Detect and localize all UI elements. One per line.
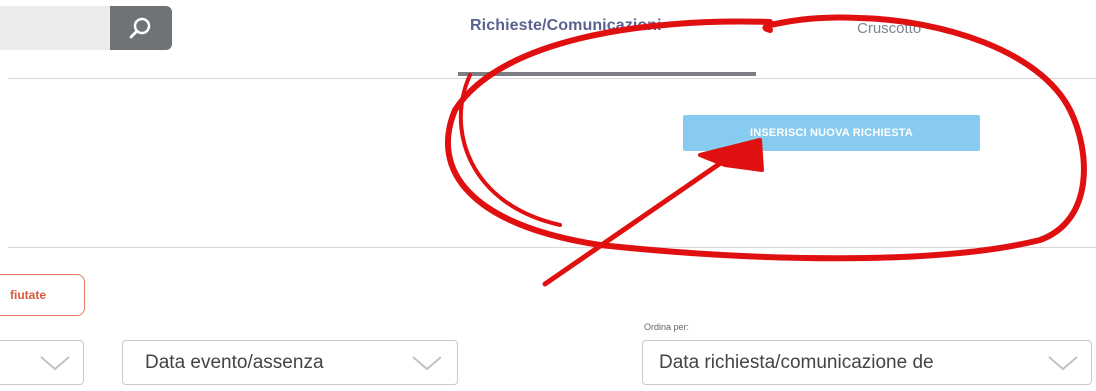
sort-label: Ordina per: [644,322,690,332]
filter-select[interactable] [0,340,84,385]
event-date-select[interactable]: Data evento/assenza [122,340,458,385]
annotation-arrow-shaft [542,157,728,287]
search-icon [129,17,151,39]
new-request-button[interactable]: INSERISCI NUOVA RICHIESTA [683,115,980,151]
header-divider [8,78,1096,79]
tab-requests[interactable]: Richieste/Comunicazioni [470,17,662,35]
filter-rejected-button[interactable]: fiutate [0,274,85,316]
section-divider [8,247,1096,248]
chevron-down-icon [40,356,70,371]
annotation-circle-inner [458,73,562,227]
red-annotation-overlay [444,14,1087,287]
chevron-down-icon [412,356,442,371]
sort-select-value: Data richiesta/comunicazione de [659,351,934,373]
active-tab-indicator [458,72,756,76]
chevron-down-icon [1048,356,1078,371]
sort-select[interactable]: Data richiesta/comunicazione de [642,340,1092,385]
search-button[interactable] [110,6,172,50]
event-date-select-value: Data evento/assenza [145,351,324,373]
filter-rejected-label: fiutate [10,288,46,302]
tab-dashboard[interactable]: Cruscotto [857,20,921,37]
search-input[interactable] [0,6,110,50]
